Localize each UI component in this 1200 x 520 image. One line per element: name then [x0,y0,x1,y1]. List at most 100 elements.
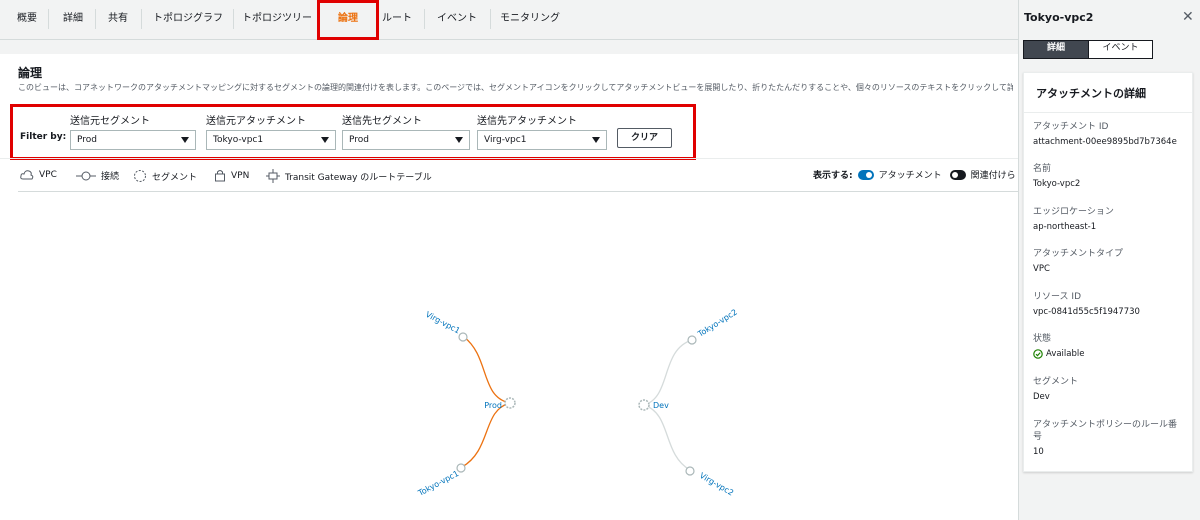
legend-tgw-route-table: Transit Gateway のルートテーブル [266,169,432,183]
legend-label: セグメント [152,172,198,183]
attachment-node-tokyo-vpc1[interactable]: Tokyo-vpc1 [416,463,466,498]
graph-edge [643,404,691,471]
tab-sharing[interactable]: 共有 [100,10,136,28]
dest-segment-filter: 送信先セグメント Prod [342,116,470,150]
attachment-label[interactable]: Virg-vpc1 [424,310,462,336]
detail-key: アタッチメント ID [1033,122,1109,132]
source-segment-select[interactable]: Prod [70,130,196,150]
segment-node-dev[interactable]: Dev [638,399,669,411]
legend-vpn: VPN [214,169,249,182]
tab-divider [490,9,491,29]
dest-segment-select[interactable]: Prod [342,130,470,150]
toggle-knob [865,171,872,178]
tab-divider [48,9,49,29]
tab-routes[interactable]: ルート [379,10,415,28]
select-value: Virg-vpc1 [484,135,527,145]
detail-value: attachment-00ee9895bd7b7364e [1033,137,1177,147]
show-label: 表示する: [813,171,853,181]
detail-key: リソース ID [1033,292,1081,302]
detail-key: アタッチメントポリシーのルール番号 [1033,420,1178,442]
detail-attachment-id: アタッチメント ID attachment-00ee9895bd7b7364e [1033,121,1183,147]
tab-divider [424,9,425,29]
header-spacer [0,40,1018,54]
clear-button[interactable]: クリア [617,128,672,148]
filter-label: 送信元セグメント [70,116,150,127]
attachment-node-virg-vpc2[interactable]: Virg-vpc2 [685,466,735,498]
tab-events[interactable]: イベント [428,10,486,28]
tgw-route-table-icon [266,169,280,183]
side-tab-events[interactable]: イベント [1088,41,1152,58]
tab-overview[interactable]: 概要 [8,10,46,28]
vpn-icon [215,170,225,182]
toggle-label: 関連付けら [970,171,1016,181]
detail-key: 状態 [1033,334,1052,344]
tab-divider [141,9,142,29]
select-value: Prod [77,135,97,145]
filter-label: 送信先アタッチメント [477,116,577,127]
attachment-node-virg-vpc1[interactable]: Virg-vpc1 [424,310,468,342]
source-segment-filter: 送信元セグメント Prod [70,116,196,150]
connect-icon [76,171,96,180]
segment-label[interactable]: Dev [653,401,669,410]
dest-attachment-select[interactable]: Virg-vpc1 [477,130,607,150]
side-tab-details[interactable]: 詳細 [1024,41,1088,58]
attachment-toggle[interactable] [857,169,874,180]
tab-divider [95,9,96,29]
tab-topology-graph[interactable]: トポロジグラフ [146,10,230,28]
graph-edge [461,402,511,468]
legend-vpc: VPC [20,169,57,181]
tab-highlight-box [317,0,379,40]
detail-name: 名前 Tokyo-vpc2 [1033,163,1183,189]
segment-icon [638,399,650,411]
check-circle-icon [1033,349,1043,359]
page-description: このビューは、コアネットワークのアタッチメントマッピングに対するセグメントの論理… [18,83,1013,92]
logical-graph: Prod Dev Virg-vpc1 Tokyo-vpc1 Tokyo-vpc2… [416,307,739,498]
vpc-icon [20,170,34,180]
status-text: Available [1046,349,1085,359]
legend-label: 接続 [101,172,120,182]
side-panel-title: Tokyo-vpc2 [1024,11,1094,24]
attachment-label[interactable]: Tokyo-vpc1 [416,469,460,498]
toggle-knob [951,171,958,178]
graph-edge [643,339,693,406]
attachment-node-tokyo-vpc2[interactable]: Tokyo-vpc2 [687,307,739,345]
select-value: Prod [349,135,369,145]
legend-label: VPN [231,170,250,181]
legend-label: VPC [39,170,57,180]
segment-label[interactable]: Prod [484,401,502,410]
detail-attachment-type: アタッチメントタイプ VPC [1033,248,1183,274]
detail-value: VPC [1033,264,1050,274]
detail-edge-location: エッジロケーション ap-northeast-1 [1033,206,1183,232]
detail-key: エッジロケーション [1033,207,1114,217]
vpc-icon [685,466,695,476]
tab-monitoring[interactable]: モニタリング [494,10,566,28]
source-attachment-select[interactable]: Tokyo-vpc1 [206,130,336,150]
attachment-label[interactable]: Virg-vpc2 [698,471,735,498]
segment-icon [504,397,516,409]
filter-label: 送信元アタッチメント [206,116,306,127]
dropdown-arrow-icon [455,137,463,143]
vpc-icon [687,335,697,345]
vpc-icon [456,463,466,473]
attachment-label[interactable]: Tokyo-vpc2 [695,307,738,339]
legend-label: Transit Gateway のルートテーブル [285,172,432,183]
detail-value: Dev [1033,392,1050,402]
tab-details[interactable]: 詳細 [55,10,91,28]
detail-segment: セグメント Dev [1033,376,1183,402]
detail-value: ap-northeast-1 [1033,222,1097,232]
tab-topology-tree[interactable]: トポロジツリー [238,10,316,28]
details-side-panel: Tokyo-vpc2 ✕ 詳細 イベント アタッチメントの詳細 アタッチメント … [1018,0,1200,520]
detail-value[interactable]: vpc-0841d55c5f1947730 [1033,307,1183,317]
detail-key: セグメント [1033,377,1079,387]
card-title: アタッチメントの詳細 [1024,73,1192,113]
detail-value: Tokyo-vpc2 [1033,179,1081,189]
association-toggle[interactable] [949,169,966,180]
segment-node-prod[interactable]: Prod [484,397,516,410]
tab-bar: 概要 詳細 共有 トポロジグラフ トポロジツリー 論理 ルート イベント モニタ… [0,0,1018,40]
filter-label: 送信先セグメント [342,116,422,127]
dropdown-arrow-icon [181,137,189,143]
close-icon[interactable]: ✕ [1182,9,1194,25]
dropdown-arrow-icon [592,137,600,143]
dest-attachment-filter: 送信先アタッチメント Virg-vpc1 [477,116,607,150]
vpc-icon [458,332,468,342]
